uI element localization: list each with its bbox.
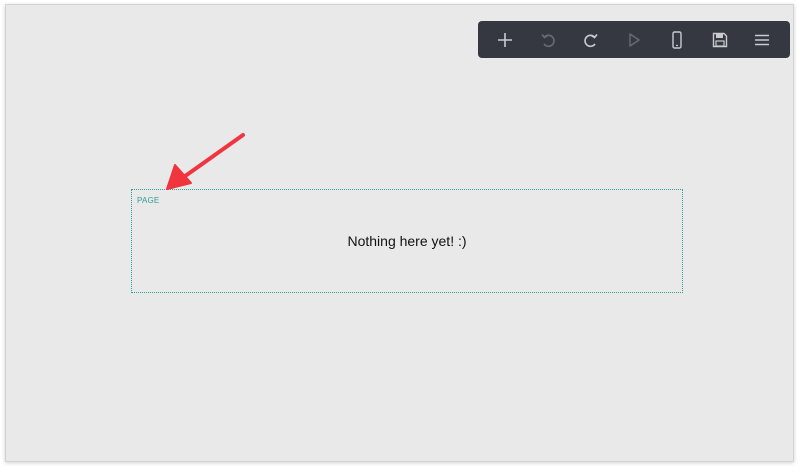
empty-page-message: Nothing here yet! :) [347, 233, 467, 249]
redo-button[interactable] [575, 24, 607, 56]
menu-button[interactable] [746, 24, 778, 56]
add-button[interactable] [489, 24, 521, 56]
save-button[interactable] [704, 24, 736, 56]
phone-icon [672, 30, 682, 49]
page-container[interactable]: PAGE Nothing here yet! :) [131, 189, 683, 293]
page-label: PAGE [137, 196, 160, 205]
plus-icon [498, 32, 513, 47]
red-arrow-icon [166, 133, 245, 190]
editor-window: PAGE Nothing here yet! :) [5, 4, 794, 462]
play-icon [629, 32, 640, 47]
undo-icon [541, 33, 556, 47]
redo-icon [584, 33, 598, 47]
editor-toolbar [478, 21, 790, 58]
play-button[interactable] [618, 24, 650, 56]
undo-button[interactable] [532, 24, 564, 56]
save-icon [712, 32, 727, 47]
device-preview-button[interactable] [661, 24, 693, 56]
hamburger-icon [755, 34, 770, 45]
